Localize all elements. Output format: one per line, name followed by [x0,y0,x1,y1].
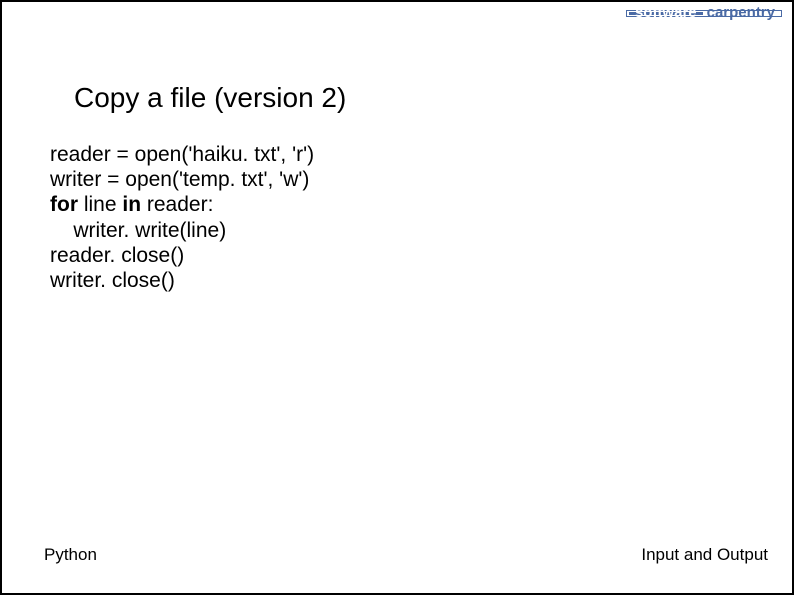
code-block: reader = open('haiku. txt', 'r') writer … [50,142,314,293]
keyword-for: for [50,193,78,216]
footer-left: Python [44,545,97,565]
software-carpentry-logo: software carpentry [626,10,782,17]
logo-word-software-text: software [635,4,697,21]
code-line-4: writer. write(line) [50,218,314,243]
code-line-5: reader. close() [50,243,314,268]
code-line-3-post: reader: [141,193,213,216]
slide-title: Copy a file (version 2) [74,82,346,114]
logo-word-software: software [629,12,703,15]
footer-right: Input and Output [641,545,768,565]
code-line-3: for line in reader: [50,192,314,217]
code-line-1: reader = open('haiku. txt', 'r') [50,142,314,167]
code-line-3-mid: line [78,193,122,216]
logo-inner: software carpentry [629,12,779,15]
code-line-6: writer. close() [50,268,314,293]
slide-frame: software carpentry Copy a file (version … [0,0,794,595]
code-line-2: writer = open('temp. txt', 'w') [50,167,314,192]
logo-word-carpentry: carpentry [705,12,779,15]
keyword-in: in [122,193,141,216]
